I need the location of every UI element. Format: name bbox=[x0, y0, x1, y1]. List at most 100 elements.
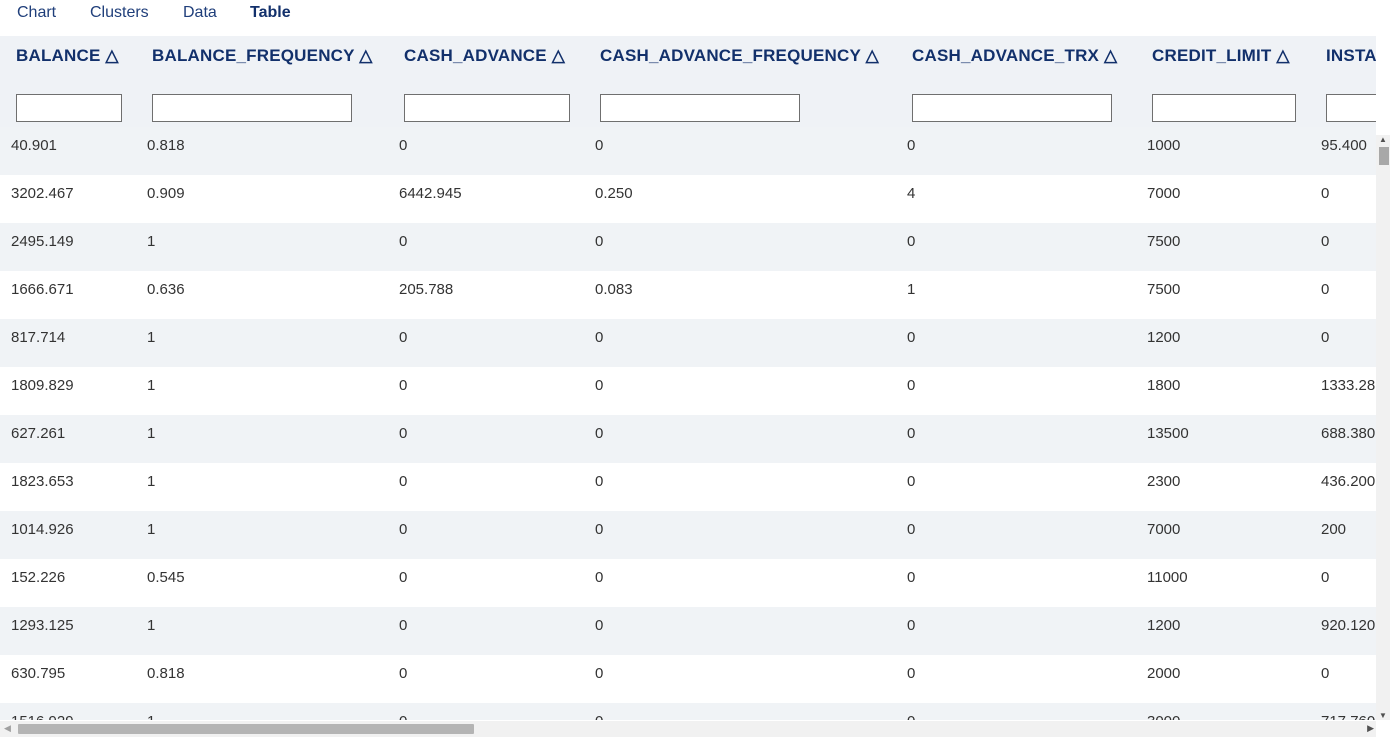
table-row[interactable]: 3202.467 0.909 6442.945 0.250 4 7000 0 bbox=[0, 175, 1376, 223]
cell-cash-advance-frequency: 0 bbox=[595, 521, 604, 538]
filter-input-balance-frequency[interactable] bbox=[152, 94, 352, 122]
cell-cash-advance-trx: 0 bbox=[907, 665, 916, 682]
cell-credit-limit: 13500 bbox=[1147, 425, 1189, 442]
cell-cash-advance-frequency: 0 bbox=[595, 377, 604, 394]
tab-table[interactable]: Table bbox=[250, 4, 291, 22]
cell-credit-limit: 11000 bbox=[1147, 569, 1188, 586]
cell-installments: 0 bbox=[1321, 185, 1330, 202]
cell-installments: 920.120 bbox=[1321, 617, 1376, 634]
cell-cash-advance-trx: 0 bbox=[907, 137, 916, 154]
table-row[interactable]: 627.261 1 0 0 0 13500 688.380 bbox=[0, 415, 1376, 463]
cell-installments: 0 bbox=[1321, 281, 1330, 298]
filter-input-cash-advance-frequency[interactable] bbox=[600, 94, 800, 122]
cell-balance: 40.901 bbox=[11, 137, 57, 154]
tab-bar: Chart Clusters Data Table bbox=[0, 0, 1394, 28]
column-header-installments[interactable]: INSTAL bbox=[1326, 46, 1376, 66]
cell-credit-limit: 2300 bbox=[1147, 473, 1181, 490]
scroll-left-arrow-icon[interactable]: ◀ bbox=[4, 723, 11, 734]
cell-balance-frequency: 1 bbox=[147, 329, 156, 346]
cell-credit-limit: 1000 bbox=[1147, 137, 1181, 154]
table-row[interactable]: 1293.125 1 0 0 0 1200 920.120 bbox=[0, 607, 1376, 655]
cell-cash-advance-frequency: 0 bbox=[595, 425, 604, 442]
cell-cash-advance-trx: 0 bbox=[907, 233, 916, 250]
cell-cash-advance-frequency: 0 bbox=[595, 665, 604, 682]
cell-installments: 200 bbox=[1321, 521, 1347, 538]
table-header: BALANCE △ BALANCE_FREQUENCY △ CASH_ADVAN… bbox=[0, 36, 1376, 127]
scroll-right-arrow-icon[interactable]: ▶ bbox=[1367, 723, 1374, 734]
column-header-balance[interactable]: BALANCE △ bbox=[16, 46, 119, 66]
scroll-down-arrow-icon[interactable]: ▼ bbox=[1379, 711, 1387, 720]
table-row[interactable]: 40.901 0.818 0 0 0 1000 95.400 bbox=[0, 127, 1376, 175]
cell-balance: 1666.671 bbox=[11, 281, 74, 298]
cell-cash-advance-frequency: 0 bbox=[595, 713, 895, 720]
cell-cash-advance-frequency: 0 bbox=[595, 617, 604, 634]
cell-balance-frequency: 1 bbox=[147, 377, 156, 394]
vertical-scrollbar[interactable]: ▲ ▼ bbox=[1376, 135, 1390, 720]
horizontal-scrollbar[interactable]: ◀ ▶ bbox=[0, 721, 1376, 737]
cell-installments: 717.760 bbox=[1321, 713, 1376, 720]
filter-input-credit-limit[interactable] bbox=[1152, 94, 1296, 122]
cell-balance: 817.714 bbox=[11, 329, 66, 346]
cell-balance-frequency: 1 bbox=[147, 521, 156, 538]
table-row[interactable]: 1823.653 1 0 0 0 2300 436.200 bbox=[0, 463, 1376, 511]
table-row[interactable]: 152.226 0.545 0 0 0 11000 0 bbox=[0, 559, 1376, 607]
data-table: BALANCE △ BALANCE_FREQUENCY △ CASH_ADVAN… bbox=[0, 36, 1376, 720]
table-row[interactable]: 630.795 0.818 0 0 0 2000 0 bbox=[0, 655, 1376, 703]
cell-cash-advance-trx: 0 bbox=[907, 521, 916, 538]
cell-cash-advance-frequency: 0 bbox=[595, 569, 604, 586]
table-row[interactable]: 1809.829 1 0 0 0 1800 1333.28 bbox=[0, 367, 1376, 415]
cell-balance: 1516.929 bbox=[11, 713, 136, 720]
tab-data[interactable]: Data bbox=[183, 4, 217, 22]
cell-credit-limit: 7000 bbox=[1147, 185, 1181, 202]
cell-balance: 1823.653 bbox=[11, 473, 74, 490]
cell-cash-advance: 6442.945 bbox=[399, 185, 462, 202]
cell-installments: 436.200 bbox=[1321, 473, 1376, 490]
cell-balance-frequency: 0.818 bbox=[147, 665, 185, 682]
column-header-credit-limit[interactable]: CREDIT_LIMIT △ bbox=[1152, 46, 1290, 66]
scroll-up-arrow-icon[interactable]: ▲ bbox=[1379, 135, 1387, 144]
cell-balance-frequency: 1 bbox=[147, 425, 156, 442]
cell-cash-advance-trx: 0 bbox=[907, 329, 916, 346]
cell-balance-frequency: 1 bbox=[147, 233, 156, 250]
cell-balance-frequency: 0.909 bbox=[147, 185, 185, 202]
column-header-cash-advance-trx[interactable]: CASH_ADVANCE_TRX △ bbox=[912, 46, 1117, 66]
cell-cash-advance-trx: 1 bbox=[907, 281, 916, 298]
cell-balance-frequency: 0.636 bbox=[147, 281, 185, 298]
cell-cash-advance-frequency: 0.083 bbox=[595, 281, 633, 298]
vertical-scroll-thumb[interactable] bbox=[1379, 147, 1389, 165]
table-row[interactable]: 1666.671 0.636 205.788 0.083 1 7500 0 bbox=[0, 271, 1376, 319]
tab-chart[interactable]: Chart bbox=[17, 4, 56, 22]
cell-balance-frequency: 1 bbox=[147, 617, 156, 634]
cell-installments: 95.400 bbox=[1321, 137, 1367, 154]
cell-cash-advance-trx: 0 bbox=[907, 569, 916, 586]
column-header-cash-advance-frequency[interactable]: CASH_ADVANCE_FREQUENCY △ bbox=[600, 46, 879, 66]
cell-cash-advance-trx: 0 bbox=[907, 473, 916, 490]
cell-credit-limit: 1200 bbox=[1147, 329, 1181, 346]
cell-balance-frequency: 0.818 bbox=[147, 137, 185, 154]
filter-input-cash-advance[interactable] bbox=[404, 94, 570, 122]
cell-credit-limit: 7500 bbox=[1147, 281, 1181, 298]
cell-cash-advance: 0 bbox=[399, 473, 408, 490]
table-row[interactable]: 1516.929 1 0 0 0 3000 717.760 bbox=[0, 703, 1376, 720]
filter-input-balance[interactable] bbox=[16, 94, 122, 122]
cell-balance-frequency: 1 bbox=[147, 713, 387, 720]
cell-installments: 688.380 bbox=[1321, 425, 1376, 442]
cell-cash-advance-frequency: 0 bbox=[595, 137, 604, 154]
column-header-balance-frequency[interactable]: BALANCE_FREQUENCY △ bbox=[152, 46, 373, 66]
filter-input-cash-advance-trx[interactable] bbox=[912, 94, 1112, 122]
cell-balance: 2495.149 bbox=[11, 233, 74, 250]
cell-cash-advance-frequency: 0 bbox=[595, 329, 604, 346]
cell-installments: 0 bbox=[1321, 233, 1330, 250]
tab-clusters[interactable]: Clusters bbox=[90, 4, 149, 22]
cell-cash-advance: 0 bbox=[399, 569, 408, 586]
cell-balance: 3202.467 bbox=[11, 185, 74, 202]
table-body: 40.901 0.818 0 0 0 1000 95.400 3202.467 0.909 644… bbox=[0, 127, 1376, 720]
table-row[interactable]: 2495.149 1 0 0 0 7500 0 bbox=[0, 223, 1376, 271]
cell-cash-advance-trx: 0 bbox=[907, 713, 1137, 720]
table-row[interactable]: 817.714 1 0 0 0 1200 0 bbox=[0, 319, 1376, 367]
column-header-cash-advance[interactable]: CASH_ADVANCE △ bbox=[404, 46, 565, 66]
cell-balance: 627.261 bbox=[11, 425, 66, 442]
table-row[interactable]: 1014.926 1 0 0 0 7000 200 bbox=[0, 511, 1376, 559]
filter-input-installments[interactable] bbox=[1326, 94, 1376, 122]
horizontal-scroll-thumb[interactable] bbox=[18, 724, 474, 734]
